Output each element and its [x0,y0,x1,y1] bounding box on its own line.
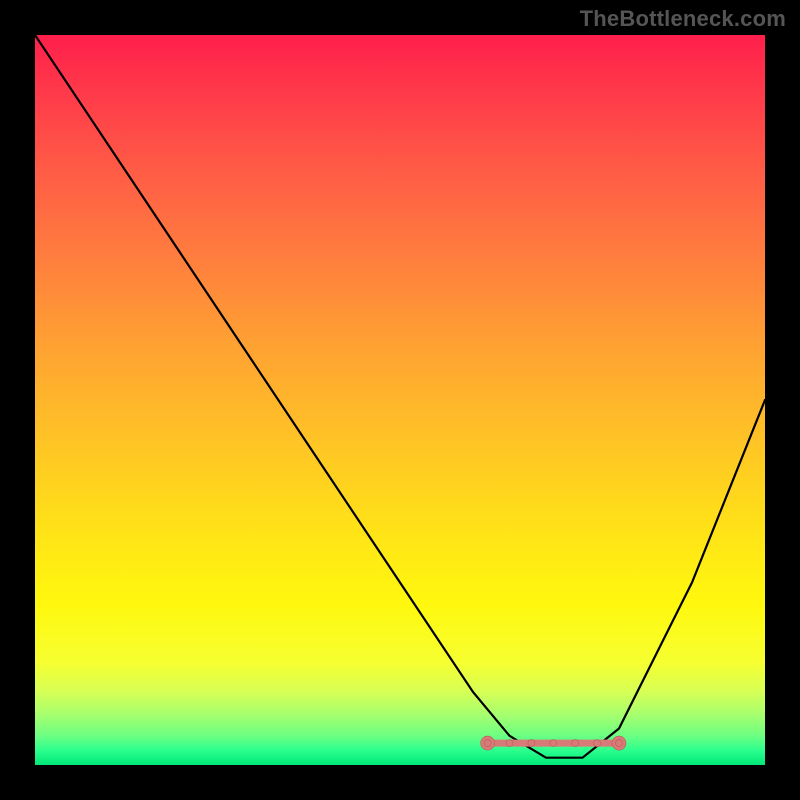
optimal-dot [484,740,491,747]
bottleneck-curve-path [35,35,765,758]
optimal-dot [550,740,557,747]
chart-svg [35,35,765,765]
optimal-dot [572,740,579,747]
optimal-zone [481,736,626,750]
watermark-text: TheBottleneck.com [580,6,786,32]
optimal-dot [616,740,623,747]
optimal-dot [528,740,535,747]
chart-stage: TheBottleneck.com [0,0,800,800]
optimal-dot [506,740,513,747]
plot-area [35,35,765,765]
optimal-dot [594,740,601,747]
